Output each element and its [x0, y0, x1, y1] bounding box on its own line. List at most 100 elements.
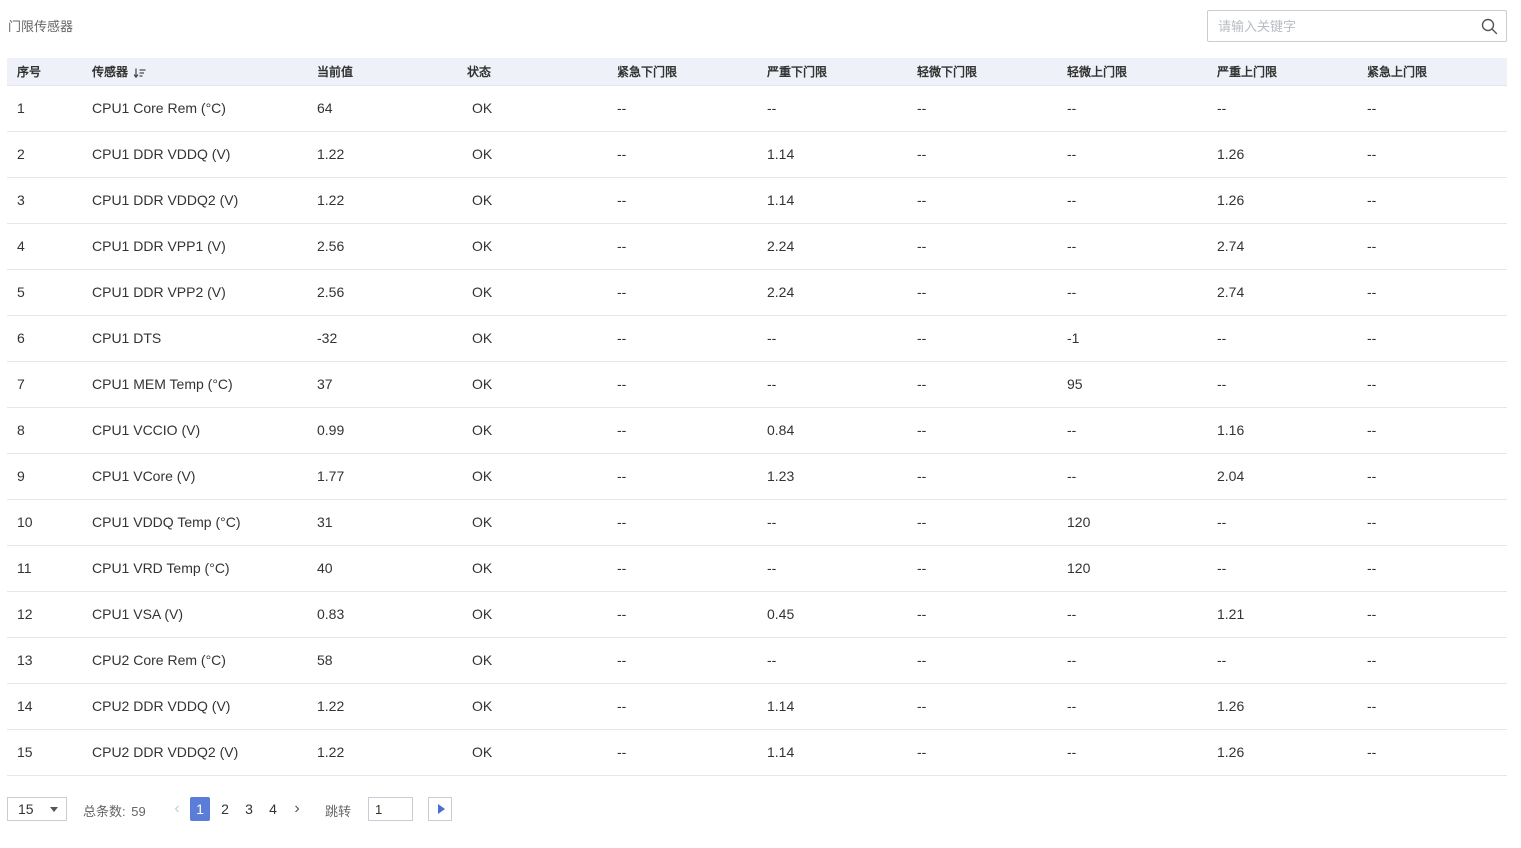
cell-minor-lower: --	[917, 606, 927, 622]
column-header-critical-lower: 紧急下门限	[617, 64, 678, 79]
cell-current-value: 37	[317, 376, 333, 392]
cell-status: OK	[472, 238, 493, 254]
cell-major-lower: --	[767, 652, 777, 668]
cell-critical-lower: --	[617, 698, 627, 714]
cell-minor-upper: --	[1067, 284, 1077, 300]
table-row: 13 CPU2 Core Rem (°C) 58 OK -- -- -- -- -- --	[7, 637, 1507, 683]
cell-major-lower: 2.24	[767, 284, 795, 300]
cell-minor-upper: --	[1067, 468, 1077, 484]
cell-minor-upper: --	[1067, 146, 1077, 162]
cell-critical-upper: --	[1367, 468, 1377, 484]
cell-major-upper: 1.21	[1217, 606, 1245, 622]
cell-major-lower: --	[767, 514, 777, 530]
search-input[interactable]	[1208, 11, 1472, 41]
cell-index: 9	[17, 468, 25, 484]
cell-index: 4	[17, 238, 25, 254]
cell-major-upper: --	[1207, 84, 1357, 131]
cell-critical-upper: --	[1367, 698, 1377, 714]
total-value: 59	[131, 804, 146, 819]
cell-major-lower: 1.23	[767, 468, 795, 484]
cell-status: OK	[472, 422, 493, 438]
cell-status: OK	[472, 330, 493, 346]
sort-icon[interactable]	[134, 68, 146, 78]
cell-sensor: CPU1 VDDQ Temp (°C)	[92, 514, 241, 530]
page-size-select[interactable]: 15	[7, 797, 67, 821]
go-button[interactable]	[428, 797, 452, 821]
cell-major-upper: 1.16	[1217, 422, 1245, 438]
cell-index: 1	[7, 84, 82, 131]
cell-sensor: CPU1 VSA (V)	[92, 606, 184, 622]
cell-minor-upper: -1	[1067, 330, 1080, 346]
cell-status: OK	[472, 652, 493, 668]
cell-major-lower: 1.14	[767, 698, 795, 714]
cell-index: 6	[17, 330, 25, 346]
cell-critical-upper: --	[1367, 652, 1377, 668]
cell-sensor: CPU1 VRD Temp (°C)	[92, 560, 230, 576]
cell-minor-upper: --	[1067, 192, 1077, 208]
cell-minor-upper: 95	[1067, 376, 1083, 392]
cell-sensor: CPU1 VCCIO (V)	[92, 422, 201, 438]
cell-critical-lower: --	[617, 330, 627, 346]
page-button-1[interactable]: 1	[190, 797, 210, 821]
cell-sensor: CPU2 Core Rem (°C)	[92, 652, 226, 668]
cell-current-value: 0.99	[317, 422, 345, 438]
next-page-button[interactable]: ›	[289, 799, 305, 819]
page-button-2[interactable]: 2	[215, 797, 235, 821]
cell-critical-upper: --	[1367, 284, 1377, 300]
column-header-status: 状态	[467, 64, 492, 79]
cell-status: OK	[472, 606, 493, 622]
cell-status: OK	[472, 560, 493, 576]
cell-critical-lower: --	[607, 84, 757, 131]
cell-critical-lower: --	[617, 192, 627, 208]
cell-status: OK	[472, 192, 493, 208]
cell-sensor: CPU1 DDR VPP2 (V)	[92, 284, 226, 300]
cell-major-lower: --	[767, 560, 777, 576]
cell-minor-upper: --	[1067, 422, 1077, 438]
cell-major-lower: 1.14	[767, 146, 795, 162]
cell-status: OK	[472, 146, 493, 162]
cell-status: OK	[457, 84, 607, 131]
cell-status: OK	[472, 284, 493, 300]
cell-major-upper: --	[1217, 376, 1227, 392]
cell-major-upper: --	[1217, 514, 1227, 530]
cell-sensor: CPU1 Core Rem (°C)	[82, 84, 307, 131]
page-button-4[interactable]: 4	[263, 797, 283, 821]
cell-index: 2	[17, 146, 25, 162]
cell-minor-lower: --	[917, 192, 927, 208]
pagination: 15 总条数: 59 ‹ 1 2 3 4 › 跳转	[7, 797, 507, 821]
prev-page-button[interactable]: ‹	[169, 799, 185, 819]
jump-page-input[interactable]	[368, 797, 413, 821]
cell-major-upper: --	[1217, 330, 1227, 346]
column-header-index: 序号	[17, 64, 42, 79]
cell-status: OK	[472, 468, 493, 484]
cell-current-value: 1.22	[317, 698, 345, 714]
table-row: 7 CPU1 MEM Temp (°C) 37 OK -- -- -- 95 -- --	[7, 361, 1507, 407]
search-icon[interactable]	[1481, 18, 1498, 35]
total-label: 总条数:	[83, 804, 126, 819]
table-row: 3 CPU1 DDR VDDQ2 (V) 1.22 OK -- 1.14 -- -- 1.26 -…	[7, 177, 1507, 223]
cell-critical-upper: --	[1367, 192, 1377, 208]
search-box[interactable]	[1207, 10, 1507, 42]
page-button-3[interactable]: 3	[239, 797, 259, 821]
table-row: 15 CPU2 DDR VDDQ2 (V) 1.22 OK -- 1.14 -- -- 1.26…	[7, 729, 1507, 775]
table-row: 8 CPU1 VCCIO (V) 0.99 OK -- 0.84 -- -- 1.16 --	[7, 407, 1507, 453]
jump-label: 跳转	[325, 804, 352, 819]
cell-current-value: 1.22	[317, 192, 345, 208]
play-icon	[438, 804, 445, 814]
cell-minor-lower: --	[907, 84, 1057, 131]
cell-major-lower: 2.24	[767, 238, 795, 254]
cell-minor-upper: --	[1067, 652, 1077, 668]
cell-current-value: 64	[307, 84, 457, 131]
cell-major-upper: --	[1217, 560, 1227, 576]
cell-minor-lower: --	[917, 330, 927, 346]
cell-current-value: 1.22	[317, 744, 345, 760]
column-header-sensor[interactable]: 传感器	[82, 58, 307, 85]
cell-minor-upper: 120	[1067, 514, 1091, 530]
cell-critical-upper: --	[1367, 376, 1377, 392]
cell-current-value: 2.56	[317, 238, 345, 254]
column-header-major-lower: 严重下门限	[767, 64, 828, 79]
cell-current-value: 2.56	[317, 284, 345, 300]
cell-major-upper: 1.26	[1217, 192, 1245, 208]
cell-minor-upper: 120	[1067, 560, 1091, 576]
cell-critical-lower: --	[617, 238, 627, 254]
